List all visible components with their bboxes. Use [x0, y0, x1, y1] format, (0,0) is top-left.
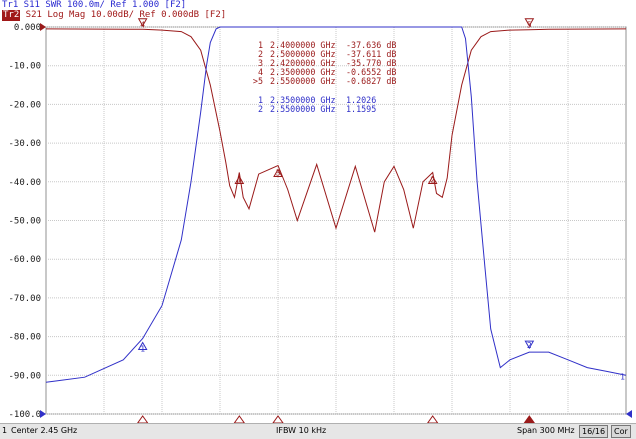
y-tick-label: -50.00	[8, 217, 41, 227]
trace1-marker-label: 1	[140, 345, 145, 354]
trace1-readout-value: 1.1595	[346, 104, 376, 114]
trace1-readout-freq: 2.5500000 GHz	[270, 104, 336, 114]
right-end-arrow	[626, 410, 632, 418]
trace2-readout-freq: 2.5500000 GHz	[270, 76, 336, 86]
correction-indicator[interactable]: Cor	[611, 425, 631, 438]
end-marker-label: 1	[620, 372, 625, 381]
trace2-marker-label: 1	[237, 176, 242, 185]
stimulus-marker-4	[136, 415, 149, 424]
y-tick-label: -30.00	[8, 139, 41, 149]
trace2-marker-label: 4	[140, 21, 145, 30]
trace1-ref-arrow	[40, 410, 46, 418]
trace2-readout-value: -0.6827 dB	[346, 76, 396, 86]
trace1-marker-label: 2	[527, 341, 532, 350]
y-tick-label: -80.00	[8, 333, 41, 343]
span-label[interactable]: Span 300 MHz	[517, 424, 575, 438]
y-tick-label: 0.000	[14, 23, 41, 33]
center-frequency[interactable]: Center 2.45 GHz	[11, 424, 77, 438]
stimulus-marker-1	[233, 415, 246, 424]
trace1-readout-id: 2	[258, 104, 263, 114]
analyzer-screen: Tr1 S11 SWR 100.0m/ Ref 1.000 [F2] Tr2 S…	[0, 0, 636, 439]
y-tick-label: -20.00	[8, 100, 41, 110]
trace2-marker-label: 5	[527, 21, 532, 30]
trace-chart[interactable]: 0.000 -10.00 -20.00 -30.00 -40.00 -50.00 -60.0…	[0, 0, 636, 424]
sweep-counter: 16/16	[579, 425, 609, 438]
y-tick-label: -90.00	[8, 371, 41, 381]
stimulus-marker-2	[426, 415, 439, 424]
y-tick-label: -70.00	[8, 294, 41, 304]
y-tick-label: -100.0	[8, 410, 41, 420]
trace2-ref-arrow	[40, 23, 46, 31]
ifbw-label[interactable]: IFBW 10 kHz	[276, 424, 326, 438]
channel-number: 1	[2, 426, 8, 435]
y-tick-label: -10.00	[8, 62, 41, 72]
stimulus-marker-3	[272, 415, 284, 424]
y-tick-label: -60.00	[8, 255, 41, 265]
trace2-readout-id: >5	[253, 76, 263, 86]
trace2-marker-label: 2	[430, 176, 435, 185]
stimulus-marker-5	[523, 415, 536, 424]
trace2-marker-label: 3	[276, 169, 281, 178]
y-tick-label: -40.00	[8, 178, 41, 188]
